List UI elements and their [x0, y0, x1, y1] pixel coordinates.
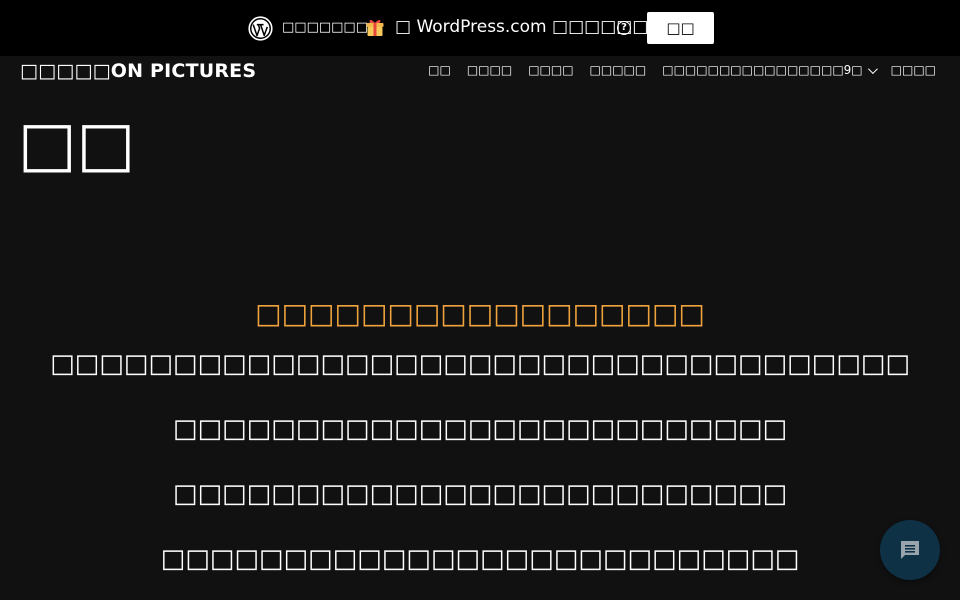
chat-icon — [901, 541, 919, 559]
wordpress-promo-bar: □□□□□□□□ □ WordPress.com □□□□□□□□ ? □□ — [0, 0, 960, 56]
promo-action-button[interactable]: □□ — [647, 12, 714, 44]
help-icon[interactable]: ? — [617, 21, 631, 35]
main-navigation: □□ □□□□ □□□□ □□□□□ □□□□□□□□□□□□□□□□9□ □□… — [428, 62, 936, 78]
gift-icon — [366, 19, 384, 36]
nav-item-label: □□□□ — [466, 63, 513, 77]
chat-button[interactable] — [880, 520, 940, 580]
content-heading: □□□□□□□□□□□□□□□□□ — [255, 297, 705, 330]
nav-item-label: □□□□□ — [589, 63, 647, 77]
promo-link-text[interactable]: □ WordPress.com □□□□□□□□ — [395, 16, 681, 38]
nav-item-label: □□□□ — [890, 63, 936, 77]
nav-item-1[interactable]: □□ — [428, 62, 451, 78]
chevron-down-icon[interactable] — [867, 63, 878, 74]
content-paragraph: □□□□□□□□□□□□□□□□□□□□□□□□□□ — [160, 544, 800, 574]
nav-item-4[interactable]: □□□□□ — [590, 62, 647, 78]
nav-item-5-dropdown[interactable]: □□□□□□□□□□□□□□□□9□ — [662, 62, 878, 78]
wordpress-logo-icon[interactable] — [248, 16, 273, 41]
content-paragraph: □□□□□□□□□□□□□□□□□□□□□□□□□□□□□□□□□□□ — [50, 349, 910, 379]
nav-item-label: □□□□□□□□□□□□□□□□9□ — [662, 63, 863, 77]
nav-item-3[interactable]: □□□□ — [528, 62, 573, 78]
page-title: □□ — [18, 107, 136, 180]
nav-item-2[interactable]: □□□□ — [467, 62, 512, 78]
content-paragraph: □□□□□□□□□□□□□□□□□□□□□□□□□ — [172, 479, 788, 509]
nav-item-label: □□ — [428, 63, 451, 77]
nav-item-label: □□□□ — [528, 63, 574, 77]
site-title[interactable]: □□□□□ON PICTURES — [20, 59, 256, 83]
content-paragraph: □□□□□□□□□□□□□□□□□□□□□□□□□ — [172, 414, 788, 444]
nav-item-6[interactable]: □□□□ — [891, 62, 936, 78]
